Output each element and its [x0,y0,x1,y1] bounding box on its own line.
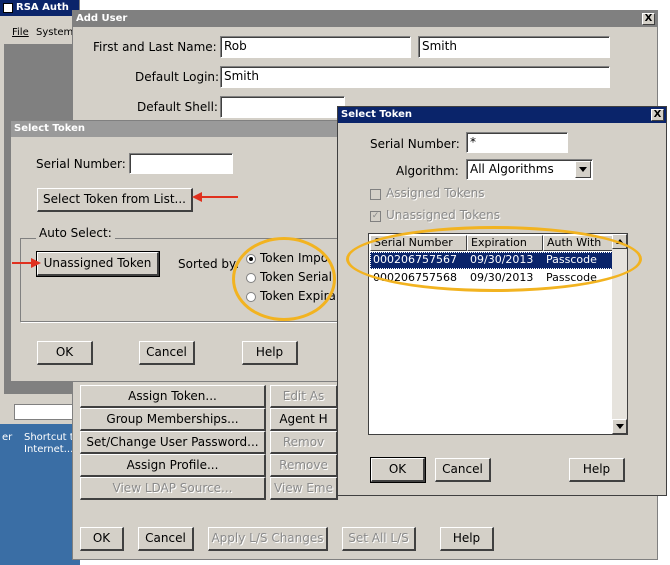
rsa-app-icon [3,3,13,13]
assign-token-button[interactable]: Assign Token... [80,385,266,408]
add-user-close-icon[interactable]: X [642,13,655,25]
highlight-ellipse-token-rows [346,226,642,292]
right-serial-number-field[interactable]: * [466,132,568,153]
add-user-title: Add User [76,13,128,24]
select-token-right-title: Select Token [341,109,413,120]
left-help-button[interactable]: Help [242,341,298,365]
desktop-internet-label[interactable]: Internet... [24,444,73,455]
view-eme-button[interactable]: View Eme [270,477,338,500]
default-shell-field[interactable] [220,96,345,118]
arrow-to-unassigned-token-head-icon [31,258,41,268]
select-token-right-titlebar: Select Token X [338,107,666,123]
scroll-down-button[interactable] [612,419,627,434]
right-serial-number-label: Serial Number: [370,137,460,151]
sorted-by-label: Sorted by: [178,257,240,271]
select-token-left-titlebar: Select Token [11,121,339,137]
desktop-shortcut-label[interactable]: Shortcut t [24,432,74,443]
left-cancel-button[interactable]: Cancel [139,341,195,365]
right-help-button[interactable]: Help [569,458,625,482]
add-user-cancel-button[interactable]: Cancel [138,527,194,551]
chevron-down-icon [579,167,587,172]
set-all-ls-button[interactable]: Set All L/S [342,527,416,551]
right-ok-button[interactable]: OK [370,457,426,483]
left-serial-number-field[interactable] [129,153,233,174]
default-login-field[interactable]: Smith [220,66,610,88]
edit-as-button[interactable]: Edit As [270,385,338,408]
rsa-status-field [14,404,76,420]
arrow-to-select-from-list [200,196,238,198]
highlight-ellipse-sort-options [232,237,336,321]
algorithm-dropdown-button[interactable] [575,161,591,178]
default-shell-label: Default Shell: [137,100,218,114]
view-ldap-source-button[interactable]: View LDAP Source... [80,477,266,500]
desktop-text-er: er [2,432,13,443]
select-token-left-title: Select Token [14,123,86,134]
select-token-from-list-button[interactable]: Select Token from List... [37,188,193,212]
select-token-right-close-icon[interactable]: X [651,109,664,121]
scroll-down-icon [616,424,624,429]
apply-ls-changes-button[interactable]: Apply L/S Changes [208,527,328,551]
assigned-tokens-label: Assigned Tokens [386,186,485,200]
add-user-titlebar: Add User X [73,11,657,27]
first-last-name-label: First and Last Name: [93,40,217,54]
auto-select-label: Auto Select: [36,226,115,240]
arrow-to-select-from-list-head-icon [192,192,202,202]
remove-button[interactable]: Remove [270,454,338,477]
set-change-password-button[interactable]: Set/Change User Password... [80,431,266,454]
last-name-field[interactable]: Smith [418,36,610,58]
remov-button[interactable]: Remov [270,431,338,454]
algorithm-select[interactable]: All Algorithms [466,159,593,180]
left-ok-button[interactable]: OK [37,341,93,365]
group-memberships-button[interactable]: Group Memberships... [80,408,266,431]
menu-system[interactable]: System [36,27,73,38]
unassigned-tokens-checkbox[interactable]: ✓ [370,211,381,222]
agent-h-button[interactable]: Agent H [270,408,338,431]
first-name-field[interactable]: Rob [220,36,411,58]
add-user-help-button[interactable]: Help [440,527,494,551]
unassigned-token-button[interactable]: Unassigned Token [36,251,160,277]
arrow-to-unassigned-token [12,262,32,264]
default-login-label: Default Login: [135,70,220,84]
assign-profile-button[interactable]: Assign Profile... [80,454,266,477]
left-serial-number-label: Serial Number: [36,157,126,171]
rsa-window-title: RSA Auth [16,2,69,13]
assigned-tokens-checkbox[interactable] [370,189,381,200]
right-cancel-button[interactable]: Cancel [435,458,491,482]
menu-file[interactable]: File [12,27,29,38]
algorithm-label: Algorithm: [396,164,459,178]
unassigned-tokens-label: Unassigned Tokens [386,208,501,222]
add-user-ok-button[interactable]: OK [80,527,124,551]
